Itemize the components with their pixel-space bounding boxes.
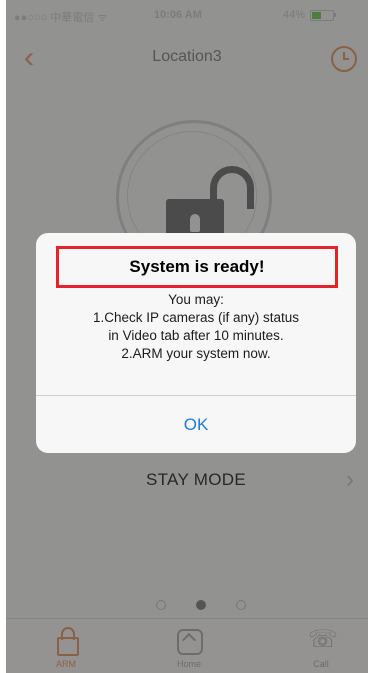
dialog-message-line: in Video tab after 10 minutes. [108,328,284,343]
ok-label: OK [183,415,209,434]
ok-button[interactable]: OK [36,396,356,453]
phone-screen: ●●○○○ 中華電信 ᯤ 10:06 AM 44% ‹ Location3 ST… [6,0,368,673]
dialog-title: System is ready! [129,257,265,276]
dialog-message-line: 1.Check IP cameras (if any) status [92,310,300,325]
dialog-message-line: You may: [168,292,224,307]
alert-dialog: System is ready! You may: 1.Check IP cam… [36,233,356,453]
dialog-message-line: 2.ARM your system now. [121,346,271,361]
title-highlight-box: System is ready! [56,246,338,288]
